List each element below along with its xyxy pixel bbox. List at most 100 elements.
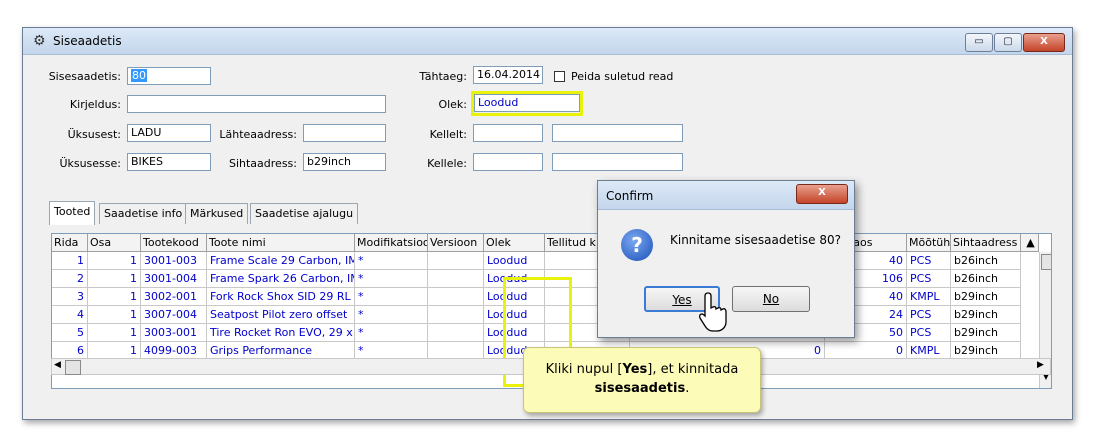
grid-cell-siht[interactable]: b26inch — [951, 252, 1021, 270]
grid-cell-kood[interactable]: 3007-004 — [141, 306, 207, 324]
grid-cell-ver[interactable] — [428, 306, 484, 324]
grid-cell-uhik[interactable]: PCS — [907, 270, 951, 288]
maximize-button[interactable]: ▢ — [994, 33, 1022, 52]
tahtaeg-label: Tähtaeg: — [419, 70, 467, 83]
lahteaadress-label: Lähteaadress: — [219, 128, 297, 141]
col-toote-nimi[interactable]: Toote nimi — [207, 234, 355, 252]
scroll-thumb[interactable] — [1041, 254, 1051, 270]
grid-cell-rida[interactable]: 2 — [52, 270, 88, 288]
grid-cell-uhik[interactable]: PCS — [907, 252, 951, 270]
sisesaadetis-field[interactable]: 80 — [127, 67, 211, 85]
kirjeldus-field[interactable] — [127, 95, 386, 113]
dialog-titlebar[interactable]: Confirm X — [598, 181, 854, 210]
grid-cell-nimi[interactable]: Tire Rocket Ron EVO, 29 x — [207, 324, 355, 342]
grid-cell-osa[interactable]: 1 — [88, 288, 141, 306]
question-icon: ? — [621, 229, 653, 261]
grid-cell-rida[interactable]: 1 — [52, 252, 88, 270]
close-button[interactable]: X — [1023, 33, 1065, 52]
grid-cell-mod[interactable]: * — [355, 306, 428, 324]
grid-cell-osa[interactable]: 1 — [88, 306, 141, 324]
tab-markused[interactable]: Märkused — [185, 203, 249, 224]
tab-saadetise-info[interactable]: Saadetise info — [99, 203, 188, 224]
grid-cell-siht[interactable]: b29inch — [951, 306, 1021, 324]
grid-cell-rida[interactable]: 5 — [52, 324, 88, 342]
grid-cell-mod[interactable]: * — [355, 288, 428, 306]
lahteaadress-field[interactable] — [303, 124, 386, 142]
uksusesse-field[interactable]: BIKES — [127, 153, 211, 171]
col-mootuhik[interactable]: Mõõtühik — [907, 234, 951, 252]
grid-cell-osa[interactable]: 1 — [88, 252, 141, 270]
olek-label: Olek: — [438, 98, 467, 111]
col-sihtaadress[interactable]: Sihtaadress — [951, 234, 1021, 252]
grid-cell-ver[interactable] — [428, 270, 484, 288]
scroll-up-arrow-icon[interactable]: ▲ — [1021, 234, 1039, 252]
grid-cell-kood[interactable]: 3002-001 — [141, 288, 207, 306]
grid-cell-ver[interactable] — [428, 288, 484, 306]
callout-line-1: Kliki nupul [Yes], et kinnitada — [524, 360, 760, 379]
window-title: Siseaadetis — [53, 34, 122, 48]
grid-cell-osa[interactable]: 1 — [88, 324, 141, 342]
grid-cell-rida[interactable]: 4 — [52, 306, 88, 324]
grid-cell-uhik[interactable]: KMPL — [907, 288, 951, 306]
peida-checkbox[interactable] — [554, 71, 565, 82]
app-icon: ⚙ — [33, 33, 46, 49]
kellelt-code-field[interactable] — [473, 124, 543, 142]
instruction-callout: Kliki nupul [Yes], et kinnitada sisesaad… — [523, 347, 761, 413]
grid-cell-kood[interactable]: 3003-001 — [141, 324, 207, 342]
col-osa[interactable]: Osa — [88, 234, 141, 252]
window-titlebar[interactable]: ⚙ Siseaadetis ▭ ▢ X — [23, 28, 1072, 55]
grid-cell-nimi[interactable]: Frame Spark 26 Carbon, IM — [207, 270, 355, 288]
col-tootekood[interactable]: Tootekood — [141, 234, 207, 252]
callout-bold: sisesaadetis — [594, 381, 686, 396]
dialog-close-button[interactable]: X — [796, 184, 848, 204]
tab-saadetise-ajalugu[interactable]: Saadetise ajalugu — [250, 203, 359, 224]
uksusest-label: Üksusest: — [67, 128, 121, 141]
grid-cell-mod[interactable]: * — [355, 270, 428, 288]
confirm-dialog: Confirm X ? Kinnitame sisesaadetise 80? … — [597, 180, 855, 338]
no-button[interactable]: No — [732, 286, 810, 312]
kellelt-name-field[interactable] — [552, 124, 683, 142]
grid-cell-siht[interactable]: b29inch — [951, 324, 1021, 342]
olek-field[interactable]: Loodud — [474, 94, 580, 112]
hscroll-thumb[interactable] — [65, 360, 81, 375]
grid-cell-mod[interactable]: * — [355, 252, 428, 270]
grid-cell-ver[interactable] — [428, 324, 484, 342]
col-olek[interactable]: Olek — [484, 234, 545, 252]
minimize-button[interactable]: ▭ — [965, 33, 993, 52]
uksusest-field[interactable]: LADU — [127, 124, 211, 142]
grid-cell-nimi[interactable]: Frame Scale 29 Carbon, IMI — [207, 252, 355, 270]
grid-cell-siht[interactable]: b26inch — [951, 270, 1021, 288]
scroll-left-arrow-icon[interactable]: ◀ — [54, 360, 61, 370]
grid-cell-rida[interactable]: 3 — [52, 288, 88, 306]
grid-cell-siht[interactable]: b29inch — [951, 288, 1021, 306]
grid-cell-olek[interactable]: Loodud — [484, 252, 545, 270]
grid-cell-uhik[interactable]: PCS — [907, 324, 951, 342]
callout-end: . — [685, 381, 690, 396]
col-versioon[interactable]: Versioon — [428, 234, 484, 252]
callout-key: Yes — [622, 362, 648, 377]
kellele-code-field[interactable] — [473, 153, 543, 171]
dialog-message: Kinnitame sisesaadetise 80? — [670, 233, 841, 247]
sihtaadress-field[interactable]: b29inch — [303, 153, 386, 171]
grid-cell-kood[interactable]: 3001-004 — [141, 270, 207, 288]
tahtaeg-field[interactable]: 16.04.2014 — [473, 66, 543, 84]
sisesaadetis-label: Sisesaadetis: — [48, 70, 121, 83]
grid-cell-mod[interactable]: * — [355, 324, 428, 342]
grid-cell-ver[interactable] — [428, 252, 484, 270]
scroll-right-arrow-icon[interactable]: ▶ — [1037, 360, 1044, 370]
tab-tooted[interactable]: Tooted — [49, 201, 96, 225]
grid-cell-nimi[interactable]: Seatpost Pilot zero offset — [207, 306, 355, 324]
kellele-name-field[interactable] — [552, 153, 683, 171]
hand-cursor-icon — [698, 292, 727, 332]
sihtaadress-label: Sihtaadress: — [228, 157, 297, 170]
col-modifikatsioon[interactable]: Modifikatsioon — [355, 234, 428, 252]
col-rida[interactable]: Rida — [52, 234, 88, 252]
grid-cell-nimi[interactable]: Fork Rock Shox SID 29 RL — [207, 288, 355, 306]
grid-cell-kood[interactable]: 3001-003 — [141, 252, 207, 270]
dialog-title: Confirm — [606, 189, 654, 203]
grid-cell-osa[interactable]: 1 — [88, 270, 141, 288]
callout-line-2: sisesaadetis. — [524, 379, 760, 398]
kirjeldus-label: Kirjeldus: — [69, 98, 121, 111]
callout-suffix: ], et kinnitada — [647, 362, 739, 377]
grid-cell-uhik[interactable]: PCS — [907, 306, 951, 324]
